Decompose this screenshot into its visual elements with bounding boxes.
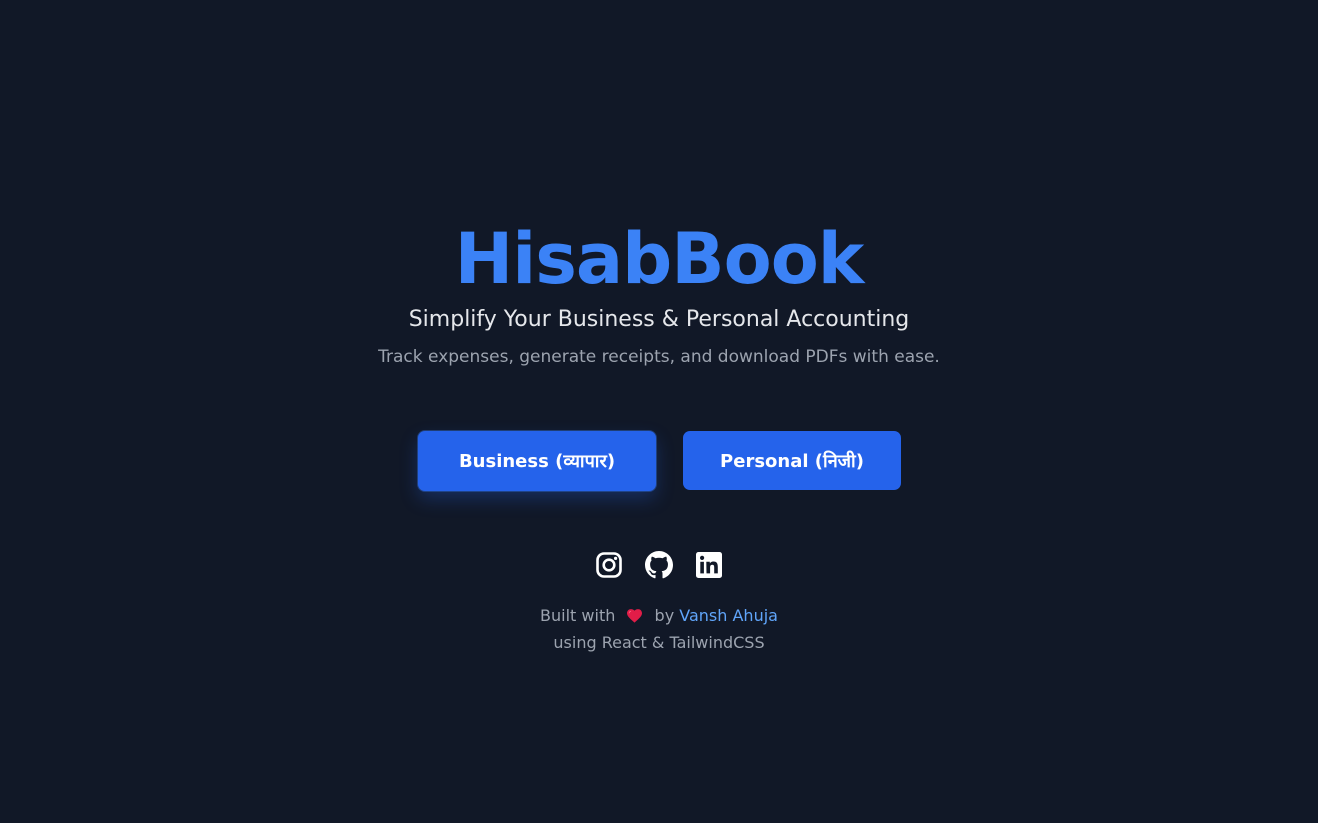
footer-credit: Built with by Vansh Ahuja — [0, 603, 1318, 630]
built-with-text: Built with — [540, 606, 616, 625]
heart-icon — [626, 605, 643, 630]
instagram-icon[interactable] — [595, 551, 623, 579]
business-button[interactable]: Business (व्यापार) — [418, 431, 656, 491]
by-text: by — [654, 606, 675, 625]
author-link[interactable]: Vansh Ahuja — [679, 606, 778, 625]
social-links — [0, 551, 1318, 579]
landing-page: HisabBook Simplify Your Business & Perso… — [0, 0, 1318, 823]
tech-stack-text: using React & TailwindCSS — [553, 633, 765, 652]
footer: Built with by Vansh Ahuja using React & … — [0, 603, 1318, 655]
github-icon[interactable] — [645, 551, 673, 579]
linkedin-icon[interactable] — [695, 551, 723, 579]
app-subtitle: Simplify Your Business & Personal Accoun… — [408, 307, 910, 332]
personal-button[interactable]: Personal (निजी) — [683, 431, 901, 490]
app-tagline: Track expenses, generate receipts, and d… — [378, 347, 940, 367]
app-title: HisabBook — [454, 218, 865, 300]
